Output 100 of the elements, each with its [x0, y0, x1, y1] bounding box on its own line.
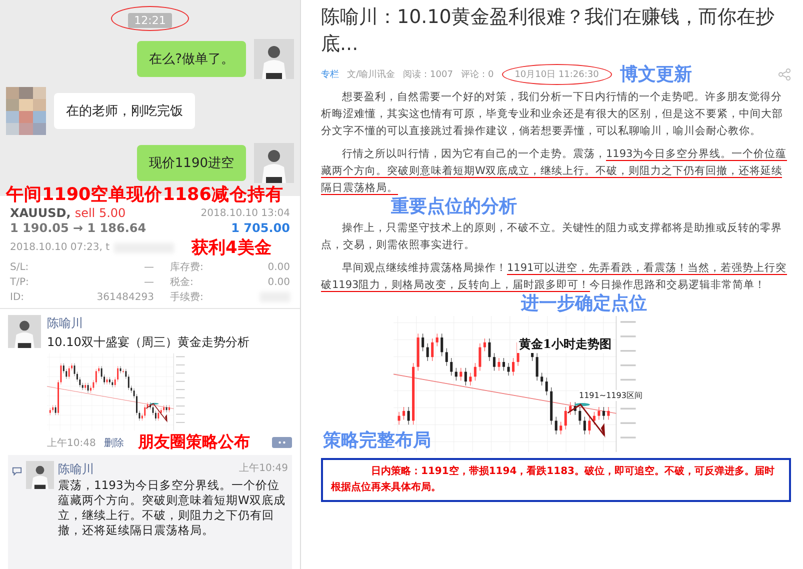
candle — [440, 333, 444, 356]
candle — [460, 368, 462, 381]
field-label: 手续费: — [170, 290, 204, 304]
candle — [502, 358, 506, 372]
avatar-silhouette — [26, 461, 54, 489]
trade-side: sell 5.00 — [74, 206, 126, 220]
trade-prices: 1 190.05 → 1 186.64 — [10, 221, 146, 235]
candle — [540, 372, 544, 386]
candle — [560, 421, 562, 435]
field-label: S/L: — [10, 262, 30, 272]
chart-label: 1191~1193区间 — [579, 390, 642, 401]
annotation-text: 博文更新 — [620, 63, 692, 86]
field-value: — — [143, 276, 154, 288]
author-name[interactable]: 陈喻川 — [58, 461, 94, 478]
candle — [416, 333, 420, 372]
share-icon[interactable] — [778, 68, 791, 80]
article-paragraph: 早间观点继续维持震荡格局操作！1191可以进空，先弄看跌，看震荡！当然，若强势上行突破1193阻力，则格局改变，反转向上，届时跟多即可！今日操作思路和交易逻辑非常简单！ — [321, 261, 788, 293]
annotation-text: 午间1190空单现价1186减仓持有 — [6, 184, 284, 206]
candle — [422, 333, 424, 352]
field-label: 税金: — [170, 276, 194, 289]
article-paragraph: 行情之所以叫行情，因为它有自己的一个走势。震荡，1193为今日多空分界线。一个价位蕴藏两个方向。突破则意味着短期W双底成立，继续上行。不破，则阻力之下仍有回撤，还将延续隔日震荡格局。 — [321, 147, 788, 196]
article-paragraph: 想要盈利，自然需要一个好的对策，我们分析一下日内行情的一个走势吧。许多朋友觉得分析晦涩难懂，其实这也情有可原，毕竟专业和业余还是有很大的区别，但是这不要紧，中间大部分文字不懂的可以直接跳过看操作建议，倘若想要弄懂，可以私聊喻川，喻川会耐心教你。 — [321, 90, 784, 139]
candle — [469, 372, 472, 386]
candle — [412, 362, 415, 425]
annotation-text: 获利4美金 — [192, 237, 272, 259]
annotation-text: 朋友圈策略公布 — [138, 432, 250, 453]
annotation-text: 重要点位的分析 — [391, 197, 517, 217]
candle — [483, 338, 486, 352]
article-paragraph: 操作上，只需坚守技术上的原则，不破不立。关键性的阻力或支撑都将是助推或反转的零界点，交易，则需依照事实进行。 — [321, 221, 783, 253]
candle — [407, 406, 410, 425]
open-time: 2018.10.10 07:23, t — [10, 242, 110, 253]
candle — [478, 343, 482, 372]
candle — [564, 406, 567, 430]
field-label: ID: — [10, 292, 26, 302]
post-text: 10.10双十盛宴（周三）黄金走势分析 — [47, 334, 250, 351]
candle — [602, 406, 605, 420]
field-label: T/P: — [10, 276, 30, 288]
zone-marker — [574, 403, 590, 406]
trade-symbol: XAUUSD, — [10, 206, 71, 220]
candle — [545, 377, 548, 396]
comment-text: 震荡，1193为今日多空分界线。一个价位蕴藏两个方向。突破则意味着短期W双底成立，继续上行。不破，则阻力之下仍有回撤，还将延续隔日震荡格局。 — [58, 478, 286, 538]
column-link[interactable]: 专栏 — [321, 68, 339, 80]
read-count: 阅读：1007 — [403, 68, 453, 80]
candle — [398, 412, 400, 425]
article-title: 陈喻川：10.10黄金盈利很难？我们在赚钱，而你在抄底... — [321, 5, 776, 57]
field-label: 库存费: — [170, 260, 204, 274]
candle — [492, 352, 496, 372]
candle — [474, 362, 476, 381]
annotation-text: 进一步确定点位 — [521, 294, 647, 314]
field-value: — — [143, 262, 154, 272]
zone-marker — [150, 402, 159, 405]
field-value: 0.00 — [266, 276, 290, 288]
candle — [569, 402, 572, 416]
delete-link[interactable]: 删除 — [104, 436, 124, 450]
candle — [426, 343, 429, 362]
candle — [607, 406, 610, 420]
comment-time: 上午10:49 — [239, 462, 288, 476]
publish-date: 10月10日 11:26:30 — [502, 64, 612, 84]
forecast-arrow — [567, 404, 606, 438]
candle — [578, 406, 582, 425]
trade-profit: 1 705.00 — [231, 221, 290, 235]
candle — [402, 406, 406, 420]
candle — [554, 416, 558, 435]
candle — [598, 406, 600, 420]
candle — [512, 358, 515, 376]
avatar-silhouette — [8, 315, 41, 348]
comment-count: 评论：0 — [460, 68, 494, 80]
candle — [583, 416, 586, 435]
author-name[interactable]: 陈喻川 — [47, 315, 83, 332]
candle — [536, 352, 538, 381]
candle — [464, 368, 467, 386]
chart-title: 黄金1小时走势图 — [517, 336, 614, 353]
candle — [454, 368, 458, 381]
close-time: 2018.10.10 13:04 — [200, 208, 290, 218]
post-time: 上午10:48 — [47, 436, 96, 450]
comment-button[interactable] — [272, 437, 292, 448]
message-bubble: 在么?做单了。 — [137, 41, 246, 77]
candle — [445, 348, 448, 366]
strategy-text: 日内策略：1191空，带损1194，看跌1183。破位，即可追空。不破，可反弹进多。届时根据点位再来具体布局。 — [331, 464, 776, 495]
candle — [550, 387, 553, 425]
article-author: 文/喻川讯金 — [347, 68, 396, 80]
candle — [450, 358, 453, 376]
message-bubble: 现价1190进空 — [136, 145, 246, 181]
message-bubble: 在的老师，刚吃完饭 — [54, 93, 195, 129]
avatar-silhouette — [254, 143, 294, 183]
candle — [592, 412, 596, 425]
forecast-arrow — [146, 403, 168, 423]
candle — [488, 338, 491, 362]
annotation-text: 策略完整布局 — [323, 429, 431, 452]
avatar-silhouette — [254, 39, 294, 79]
field-value: 0.00 — [266, 262, 290, 272]
blurred-avatar — [6, 87, 46, 135]
candle — [507, 362, 510, 376]
comment-icon — [12, 467, 22, 476]
candle — [498, 358, 500, 372]
chat-time: 12:21 — [128, 13, 172, 28]
field-value: 361484293 — [96, 292, 154, 302]
candle — [588, 416, 591, 435]
candle — [436, 333, 438, 347]
candle — [431, 338, 434, 362]
